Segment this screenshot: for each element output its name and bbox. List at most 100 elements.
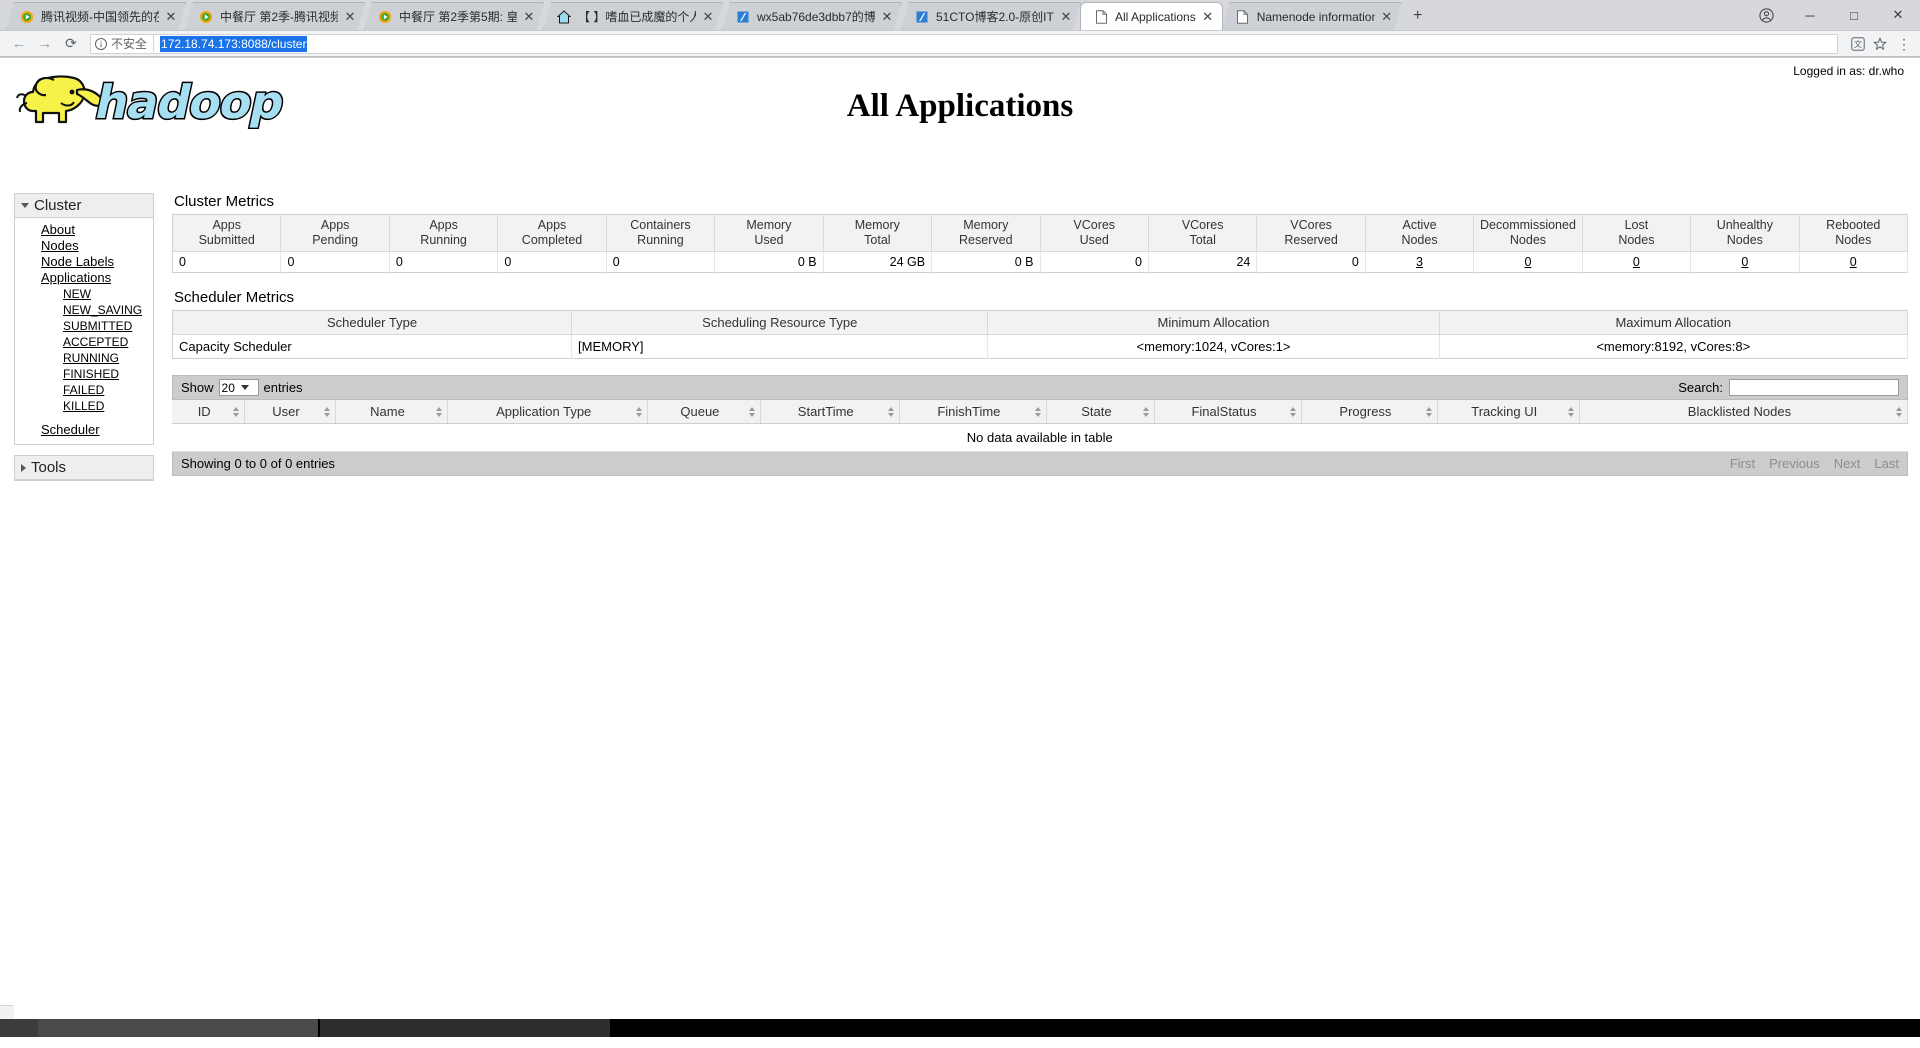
- pager-next[interactable]: Next: [1834, 456, 1861, 471]
- sidebar-item-failed[interactable]: FAILED: [15, 382, 153, 398]
- sidebar-item-node-labels[interactable]: Node Labels: [15, 254, 153, 270]
- col-finalstatus[interactable]: FinalStatus: [1154, 400, 1303, 424]
- close-icon[interactable]: ✕: [1200, 9, 1216, 25]
- unhealthy-nodes-link[interactable]: 0: [1741, 255, 1748, 269]
- val-lost-nodes[interactable]: 0: [1582, 251, 1692, 273]
- col-state[interactable]: State: [1046, 400, 1155, 424]
- sidebar-tools-header[interactable]: Tools: [15, 456, 153, 480]
- sort-icon[interactable]: [748, 406, 755, 417]
- col-blacklisted-nodes[interactable]: Blacklisted Nodes: [1579, 400, 1909, 424]
- sidebar-item-new-saving[interactable]: NEW_SAVING: [15, 302, 153, 318]
- close-icon[interactable]: ✕: [163, 9, 179, 25]
- search-input[interactable]: [1729, 379, 1899, 396]
- minimize-button[interactable]: ─: [1788, 0, 1832, 30]
- sort-icon[interactable]: [1896, 406, 1902, 417]
- sort-icon[interactable]: [233, 406, 240, 417]
- translate-icon[interactable]: 文: [1850, 36, 1866, 52]
- val-decommissioned-nodes[interactable]: 0: [1473, 251, 1583, 273]
- col-name[interactable]: Name: [335, 400, 449, 424]
- forward-icon[interactable]: →: [32, 32, 58, 56]
- address-bar[interactable]: i 不安全 172.18.74.173:8088/cluster: [90, 33, 1838, 54]
- table-row: Capacity Scheduler [MEMORY] <memory:1024…: [172, 334, 1909, 359]
- sidebar-item-new[interactable]: NEW: [15, 286, 153, 302]
- sidebar-cluster-header[interactable]: Cluster: [15, 194, 153, 218]
- close-icon[interactable]: ✕: [521, 9, 537, 25]
- reload-icon[interactable]: ⟳: [58, 32, 84, 56]
- col-queue[interactable]: Queue: [647, 400, 761, 424]
- taskbar-start[interactable]: [0, 1019, 38, 1037]
- taskbar-item[interactable]: [38, 1019, 318, 1037]
- sidebar-item-finished[interactable]: FINISHED: [15, 366, 153, 382]
- col-id[interactable]: ID: [172, 400, 246, 424]
- sort-icon[interactable]: [1290, 406, 1297, 417]
- page-size-select[interactable]: 20: [218, 379, 259, 396]
- decommissioned-nodes-link[interactable]: 0: [1524, 255, 1531, 269]
- browser-tab[interactable]: 腾讯视频-中国领先的在线 ✕: [6, 2, 186, 30]
- col-line2: Used: [754, 233, 784, 247]
- sort-icon[interactable]: [1425, 406, 1432, 417]
- lost-nodes-link[interactable]: 0: [1633, 255, 1640, 269]
- more-vertical-icon[interactable]: ⋮: [1894, 37, 1914, 51]
- sort-icon[interactable]: [436, 406, 443, 417]
- close-icon[interactable]: ✕: [879, 9, 895, 25]
- col-progress[interactable]: Progress: [1301, 400, 1438, 424]
- browser-tab[interactable]: Namenode information ✕: [1222, 2, 1402, 30]
- empty-message: No data available in table: [172, 423, 1908, 452]
- close-icon[interactable]: ✕: [1058, 9, 1074, 25]
- sidebar-item-killed[interactable]: KILLED: [15, 398, 153, 414]
- cluster-metrics-title: Cluster Metrics: [174, 193, 275, 210]
- sort-icon[interactable]: [1567, 406, 1574, 417]
- info-icon: i: [95, 37, 107, 50]
- col-finishtime[interactable]: FinishTime: [899, 400, 1048, 424]
- browser-tab[interactable]: wx5ab76de3dbb7的博 ✕: [722, 2, 902, 30]
- sidebar-item-applications[interactable]: Applications: [15, 270, 153, 286]
- sort-icon[interactable]: [1142, 406, 1149, 417]
- browser-tab[interactable]: 中餐厅 第2季第5期: 皇阿 ✕: [364, 2, 544, 30]
- sidebar-cluster-body: About Nodes Node Labels Applications NEW…: [15, 218, 153, 444]
- active-nodes-link[interactable]: 3: [1416, 255, 1423, 269]
- back-icon[interactable]: ←: [6, 32, 32, 56]
- cell-minimum-allocation: <memory:1024, vCores:1>: [987, 334, 1440, 359]
- sort-icon[interactable]: [887, 406, 894, 417]
- pager-previous[interactable]: Previous: [1769, 456, 1820, 471]
- col-application-type[interactable]: Application Type: [447, 400, 648, 424]
- sidebar-item-scheduler[interactable]: Scheduler: [15, 422, 153, 438]
- sidebar-item-nodes[interactable]: Nodes: [15, 238, 153, 254]
- taskbar-item[interactable]: [320, 1019, 610, 1037]
- col-tracking-ui[interactable]: Tracking UI: [1437, 400, 1580, 424]
- pager-first[interactable]: First: [1730, 456, 1755, 471]
- browser-tab[interactable]: 中餐厅 第2季-腾讯视频 ✕: [185, 2, 365, 30]
- col-label: Blacklisted Nodes: [1687, 404, 1792, 419]
- maximize-button[interactable]: □: [1832, 0, 1876, 30]
- sidebar-item-accepted[interactable]: ACCEPTED: [15, 334, 153, 350]
- sidebar-item-about[interactable]: About: [15, 222, 153, 238]
- col-user[interactable]: User: [244, 400, 336, 424]
- account-icon[interactable]: [1744, 0, 1788, 30]
- val-unhealthy-nodes[interactable]: 0: [1690, 251, 1800, 273]
- close-icon[interactable]: ✕: [1379, 9, 1395, 25]
- browser-tab[interactable]: 【 】嗜血已成魔的个人主 ✕: [543, 2, 723, 30]
- browser-tab[interactable]: 51CTO博客2.0-原创IT技 ✕: [901, 2, 1081, 30]
- col-starttime[interactable]: StartTime: [760, 400, 900, 424]
- rebooted-nodes-link[interactable]: 0: [1850, 255, 1857, 269]
- val-apps-submitted: 0: [172, 251, 282, 273]
- sidebar-item-submitted[interactable]: SUBMITTED: [15, 318, 153, 334]
- logged-in-label: Logged in as: dr.who: [1793, 64, 1904, 78]
- browser-tab-active[interactable]: All Applications ✕: [1080, 2, 1223, 30]
- sort-icon[interactable]: [1035, 406, 1042, 417]
- sort-icon[interactable]: [636, 406, 642, 417]
- sort-icon[interactable]: [323, 406, 330, 417]
- col-line2: Nodes: [1618, 233, 1655, 247]
- sidebar-item-running[interactable]: RUNNING: [15, 350, 153, 366]
- close-icon[interactable]: ✕: [342, 9, 358, 25]
- new-tab-button[interactable]: +: [1405, 6, 1431, 28]
- star-icon[interactable]: [1872, 36, 1888, 52]
- tencent-video-icon: [377, 9, 393, 25]
- pager-last[interactable]: Last: [1874, 456, 1899, 471]
- val-rebooted-nodes[interactable]: 0: [1799, 251, 1909, 273]
- security-indicator[interactable]: i 不安全: [95, 35, 155, 52]
- close-window-button[interactable]: ✕: [1876, 0, 1920, 30]
- close-icon[interactable]: ✕: [700, 9, 716, 25]
- val-active-nodes[interactable]: 3: [1365, 251, 1475, 273]
